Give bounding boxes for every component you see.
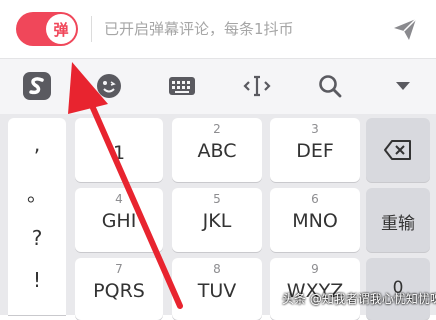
danmu-toggle[interactable]: 弹: [16, 12, 78, 46]
punct-question[interactable]: ?: [8, 226, 66, 250]
cursor-move-icon[interactable]: [240, 69, 274, 103]
key-pqrs[interactable]: 7 PQRS: [75, 258, 163, 320]
divider: [91, 16, 92, 42]
keyboard-toolbar: [0, 58, 436, 115]
reinput-key[interactable]: 重输: [366, 188, 430, 252]
key-abc[interactable]: 2 ABC: [172, 118, 262, 182]
punctuation-column[interactable]: , 。 ? !: [8, 118, 66, 315]
punct-exclamation[interactable]: !: [8, 268, 66, 292]
key-1[interactable]: 1: [75, 118, 163, 182]
watermark: 头条 @知我者谓我心忧知忧呀: [282, 292, 436, 306]
keyboard-icon[interactable]: [165, 69, 199, 103]
zero-key[interactable]: 0: [366, 258, 430, 320]
key-ghi[interactable]: 4 GHI: [75, 188, 163, 252]
punct-comma[interactable]: ,: [8, 132, 66, 156]
backspace-icon: [384, 140, 411, 160]
send-icon[interactable]: [392, 16, 418, 42]
collapse-icon[interactable]: [386, 69, 420, 103]
key-jkl[interactable]: 5 JKL: [172, 188, 262, 252]
sogou-logo-icon[interactable]: [20, 69, 54, 103]
key-tuv[interactable]: 8 TUV: [172, 258, 262, 320]
search-icon[interactable]: [313, 69, 347, 103]
key-wxyz[interactable]: 9 WXYZ: [270, 258, 360, 320]
backspace-key[interactable]: [366, 118, 430, 182]
emoji-icon[interactable]: [92, 69, 126, 103]
comment-bar: 弹 已开启弹幕评论，每条1抖币: [0, 0, 436, 58]
punct-period[interactable]: 。: [8, 178, 66, 207]
key-def[interactable]: 3 DEF: [270, 118, 360, 182]
comment-input[interactable]: 已开启弹幕评论，每条1抖币: [104, 16, 364, 42]
key-mno[interactable]: 6 MNO: [270, 188, 360, 252]
danmu-toggle-knob: 弹: [46, 14, 76, 44]
